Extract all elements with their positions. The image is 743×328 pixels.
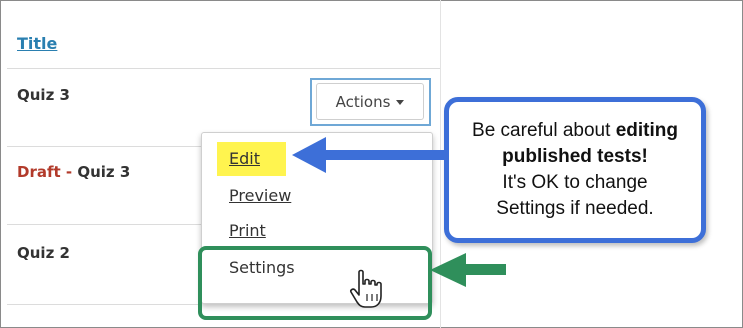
annotation-overlay bbox=[292, 137, 506, 308]
arrow-left-blue-icon bbox=[292, 137, 446, 173]
arrow-left-green-icon bbox=[430, 253, 506, 287]
hand-pointer-cursor-icon bbox=[350, 269, 382, 308]
